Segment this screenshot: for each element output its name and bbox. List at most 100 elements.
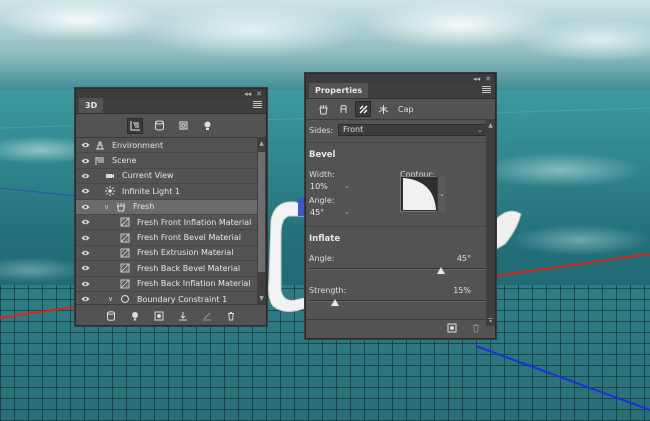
tree-row[interactable]: Infinite Light 1 (76, 184, 266, 200)
add-light-icon[interactable] (129, 310, 141, 322)
infinite-light-icon (104, 186, 116, 197)
visibility-eye-icon[interactable] (76, 173, 94, 179)
whole-scene-filter-icon[interactable] (127, 117, 143, 134)
tab-properties[interactable]: Properties (309, 83, 369, 98)
contour-dropdown-chevron-icon[interactable]: ⌄ (437, 176, 446, 212)
properties-panel-tabbar: Properties (306, 83, 495, 99)
visibility-eye-icon[interactable] (76, 250, 94, 256)
3d-panel: ◂◂ ✕ 3D Environment Scene Current View Infi… (75, 88, 267, 326)
mesh-icon (115, 202, 127, 212)
visibility-eye-icon[interactable] (76, 204, 94, 210)
drop-to-ground-icon[interactable] (177, 310, 189, 322)
properties-body: Sides: Front ⌄ Bevel Width: 10% ⌄ Contou… (306, 120, 495, 326)
inflate-angle-slider[interactable] (309, 268, 485, 270)
collapse-panel-button[interactable]: ◂◂ (244, 90, 251, 98)
3d-panel-tabbar: 3D (76, 98, 266, 114)
tree-row-label: Fresh Back Inflation Material (137, 279, 251, 289)
chevron-down-icon: ⌄ (344, 182, 350, 190)
visibility-eye-icon[interactable] (76, 142, 94, 148)
add-mesh-icon[interactable] (105, 310, 117, 322)
visibility-eye-icon[interactable] (76, 281, 94, 287)
tree-row[interactable]: Fresh Back Inflation Material (76, 277, 266, 292)
tab-3d[interactable]: 3D (79, 98, 104, 113)
bevel-angle-value: 45° (310, 208, 325, 217)
tree-row-label: Fresh Extrusion Material (137, 248, 234, 258)
width-select[interactable]: 10% ⌄ (310, 182, 352, 193)
tree-row[interactable]: ∨ Boundary Constraint 1 (76, 292, 266, 304)
visibility-eye-icon[interactable] (76, 158, 94, 164)
strength-label: Strength: (309, 286, 347, 295)
bevel-angle-label: Angle: (309, 196, 335, 205)
properties-panel-header-strip: ◂◂ ✕ (306, 74, 495, 83)
3d-panel-filter-toolbar (76, 114, 266, 138)
tree-row[interactable]: Current View (76, 169, 266, 185)
materials-filter-icon[interactable] (176, 119, 190, 133)
scene-tree-scrollbar[interactable]: ▲ ▼ (257, 138, 266, 304)
inflate-section-title: Inflate (309, 234, 341, 244)
material-icon (119, 248, 131, 258)
inflate-angle-slider-thumb[interactable] (437, 267, 445, 274)
scene-icon (94, 156, 106, 166)
3d-panel-header-strip: ◂◂ ✕ (76, 89, 266, 98)
visibility-eye-icon[interactable] (76, 265, 94, 271)
3d-panel-footer (76, 304, 266, 326)
properties-panel: ◂◂ ✕ Properties Cap Sides: Front ⌄ Bevel… (305, 73, 496, 339)
collapse-panel-button[interactable]: ◂◂ (473, 75, 480, 83)
material-icon (119, 279, 131, 289)
panel-menu-icon[interactable] (253, 101, 262, 108)
deform-prop-icon[interactable] (336, 102, 350, 116)
section-divider (306, 226, 487, 227)
tree-row-label: Fresh Back Bevel Material (137, 263, 241, 273)
tree-row-label: Fresh Front Inflation Material (137, 217, 252, 227)
bevel-section-title: Bevel (309, 150, 336, 160)
cap-prop-icon[interactable] (355, 101, 371, 117)
tree-row[interactable]: Fresh Extrusion Material (76, 246, 266, 262)
chevron-down-icon: ⌄ (477, 126, 483, 134)
mesh-prop-icon[interactable] (316, 102, 330, 116)
tree-row[interactable]: Scene (76, 153, 266, 169)
inflate-angle-value: 45° (456, 254, 471, 263)
fresh-3d-object[interactable] (265, 190, 310, 320)
constraint-icon (119, 294, 131, 304)
chevron-down-icon: ⌄ (344, 208, 350, 216)
visibility-eye-icon[interactable] (76, 296, 94, 302)
tree-row[interactable]: Fresh Front Bevel Material (76, 230, 266, 246)
tree-row[interactable]: Environment (76, 138, 266, 154)
close-panel-button[interactable]: ✕ (485, 75, 491, 83)
meshes-filter-icon[interactable] (152, 119, 166, 133)
tree-row-label: Boundary Constraint 1 (137, 294, 228, 304)
material-icon (119, 217, 131, 227)
tree-row[interactable]: Fresh Front Inflation Material (76, 215, 266, 231)
trash-icon[interactable] (225, 310, 237, 322)
contour-curve-icon (403, 178, 436, 210)
sides-label: Sides: (309, 126, 334, 135)
tree-row[interactable]: Fresh Back Bevel Material (76, 261, 266, 277)
expand-chevron-icon[interactable]: ∨ (108, 295, 116, 303)
visibility-eye-icon[interactable] (76, 219, 94, 225)
lights-filter-icon[interactable] (200, 119, 214, 133)
coordinates-prop-icon[interactable] (376, 102, 390, 116)
cap-tab-label: Cap (398, 104, 414, 114)
bevel-angle-select[interactable]: 45° ⌄ (310, 208, 352, 219)
scrollbar-thumb[interactable] (258, 152, 265, 272)
visibility-eye-icon[interactable] (76, 188, 94, 194)
tree-row[interactable]: ∨ Fresh (76, 199, 266, 215)
sides-select[interactable]: Front ⌄ (338, 124, 487, 136)
properties-toolbar: Cap (306, 99, 495, 120)
properties-footer (306, 319, 495, 338)
reset-deformation-icon[interactable] (447, 323, 457, 335)
sides-select-value: Front (343, 125, 364, 134)
visibility-eye-icon[interactable] (76, 235, 94, 241)
render-icon[interactable] (153, 310, 165, 322)
section-divider (306, 142, 487, 143)
close-panel-button[interactable]: ✕ (256, 90, 262, 98)
expand-chevron-icon[interactable]: ∨ (104, 203, 112, 211)
fresh-3d-object-edge (495, 210, 522, 251)
material-icon (119, 263, 131, 273)
3d-scene-tree: Environment Scene Current View Infinite Lig… (76, 138, 266, 304)
trash-icon[interactable] (471, 323, 481, 335)
constraint-add-icon[interactable] (201, 310, 213, 322)
properties-scrollbar[interactable]: ▲ ▼ (486, 120, 495, 326)
panel-menu-icon[interactable] (482, 86, 491, 93)
strength-slider-thumb[interactable] (331, 299, 340, 306)
